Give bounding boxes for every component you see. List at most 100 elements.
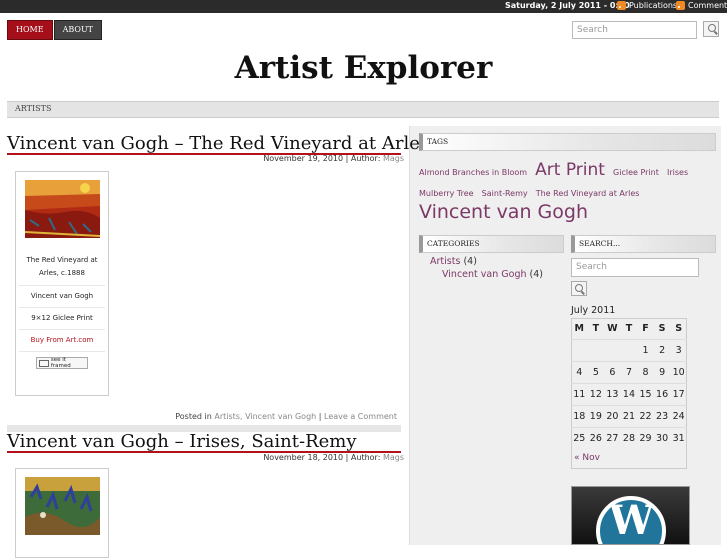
site-title[interactable]: Artist Explorer bbox=[0, 50, 727, 86]
calendar-day: 25 bbox=[571, 427, 588, 449]
calendar-day bbox=[571, 339, 588, 362]
tag-link[interactable]: Almond Branches in Bloom bbox=[419, 168, 527, 177]
tag-link[interactable]: Saint-Remy bbox=[482, 189, 528, 198]
calendar-day: 24 bbox=[670, 405, 687, 428]
tag-link[interactable]: Giclee Print bbox=[613, 168, 659, 177]
header-search-input[interactable]: Search bbox=[572, 21, 697, 39]
comments-label: Comments bbox=[688, 1, 727, 10]
wordpress-badge[interactable]: W bbox=[571, 486, 690, 545]
post-meta: November 19, 2010 | Author: Mags bbox=[263, 154, 404, 163]
post-date: November 19, 2010 bbox=[263, 154, 344, 163]
calendar-day: 29 bbox=[637, 427, 654, 449]
sidebar-search-input[interactable]: Search bbox=[571, 258, 699, 277]
calendar-day: 23 bbox=[653, 405, 671, 428]
card-artist: Vincent van Gogh bbox=[30, 292, 94, 300]
category-count: (4) bbox=[463, 256, 477, 267]
calendar-day: 1 bbox=[637, 339, 654, 362]
publications-feed-link[interactable]: Publications bbox=[617, 1, 677, 10]
author-label: | Author: bbox=[345, 453, 381, 462]
product-card: The Red Vineyard at Arles, c.1888 Vincen… bbox=[15, 171, 109, 396]
calendar-day: 31 bbox=[670, 427, 687, 449]
weekday-label: T bbox=[592, 323, 600, 334]
weekday-label: S bbox=[658, 323, 666, 334]
buy-link[interactable]: Buy From Art.com bbox=[16, 330, 108, 351]
post-meta: November 18, 2010 | Author: Mags bbox=[263, 453, 404, 462]
post-title[interactable]: Vincent van Gogh – Irises, Saint-Remy bbox=[7, 431, 357, 452]
wordpress-logo-letter: W bbox=[609, 497, 654, 544]
calendar: M T W T F S S 1 2 3 4 5 6 7 8 9 10 11 12 13 14 15 16 17 18 19 20 21… bbox=[571, 318, 687, 449]
post-footer: Posted in Artists, Vincent van Gogh | Le… bbox=[175, 412, 397, 421]
leave-comment-link[interactable]: Leave a Comment bbox=[324, 412, 397, 421]
nav-about[interactable]: ABOUT bbox=[53, 20, 103, 40]
weekday-label: T bbox=[625, 323, 633, 334]
card-title-line1: The Red Vineyard at bbox=[26, 256, 98, 264]
calendar-day: 6 bbox=[604, 361, 621, 384]
search-icon bbox=[575, 284, 583, 292]
categories-list: Artists (4) Vincent van Gogh (4) bbox=[430, 256, 543, 280]
tag-link[interactable]: Irises bbox=[667, 168, 688, 177]
calendar-day: 20 bbox=[604, 405, 621, 428]
calendar-day: 8 bbox=[637, 361, 654, 384]
see-it-framed-label: see it framed bbox=[50, 357, 71, 369]
current-date: Saturday, 2 July 2011 - 0:10 bbox=[505, 1, 630, 10]
category-bar: ARTISTS bbox=[7, 101, 719, 118]
search-icon bbox=[708, 24, 716, 32]
tag-link[interactable]: Vincent van Gogh bbox=[419, 201, 588, 223]
card-title-line2: Arles, c.1888 bbox=[39, 269, 85, 277]
publications-label: Publications bbox=[629, 1, 678, 10]
post-author[interactable]: Mags bbox=[383, 154, 404, 163]
category-item-van-gogh[interactable]: Vincent van Gogh bbox=[442, 269, 527, 280]
category-count: (4) bbox=[529, 269, 543, 280]
calendar-day: 27 bbox=[604, 427, 621, 449]
weekday-label: S bbox=[675, 323, 683, 334]
red-vineyard-thumbnail[interactable] bbox=[24, 180, 100, 238]
nav-home[interactable]: HOME bbox=[7, 20, 53, 40]
divider bbox=[19, 351, 105, 352]
posted-in-label: Posted in bbox=[175, 412, 212, 421]
calendar-day: 14 bbox=[620, 383, 638, 406]
calendar-day: 7 bbox=[620, 361, 638, 384]
calendar-prev-link[interactable]: « Nov bbox=[574, 453, 600, 463]
calendar-day: 26 bbox=[587, 427, 605, 449]
tag-link[interactable]: Art Print bbox=[535, 160, 605, 180]
category-item-artists[interactable]: Artists bbox=[430, 256, 460, 267]
category-artists[interactable]: ARTISTS bbox=[15, 104, 51, 113]
rss-icon bbox=[676, 1, 685, 10]
see-it-framed-button[interactable]: see it framed bbox=[36, 357, 88, 369]
calendar-day: 12 bbox=[587, 383, 605, 406]
tag-cloud: Almond Branches in Bloom Art Print Gicle… bbox=[419, 160, 714, 225]
categories-widget-title: CATEGORIES bbox=[419, 235, 564, 253]
calendar-day: 22 bbox=[637, 405, 654, 428]
weekday-label: F bbox=[642, 323, 649, 334]
calendar-day bbox=[604, 339, 621, 362]
calendar-day bbox=[620, 339, 638, 362]
main-nav: HOME ABOUT bbox=[7, 20, 103, 40]
top-bar: Saturday, 2 July 2011 - 0:10 Publication… bbox=[0, 0, 727, 13]
calendar-week-row: 18 19 20 21 22 23 24 bbox=[571, 405, 687, 428]
sidebar-search-button[interactable] bbox=[571, 281, 587, 296]
calendar-day: 11 bbox=[571, 383, 588, 406]
irises-thumbnail[interactable] bbox=[24, 477, 100, 535]
calendar-day bbox=[587, 339, 605, 362]
calendar-day: 17 bbox=[670, 383, 687, 406]
calendar-day: 21 bbox=[620, 405, 638, 428]
calendar-caption: July 2011 bbox=[571, 305, 616, 316]
card-size: 9×12 Giclee Print bbox=[31, 314, 93, 322]
calendar-day: 4 bbox=[571, 361, 588, 384]
calendar-day: 18 bbox=[571, 405, 588, 428]
post-author[interactable]: Mags bbox=[383, 453, 404, 462]
comments-feed-link[interactable]: Comments bbox=[676, 1, 727, 10]
calendar-day: 19 bbox=[587, 405, 605, 428]
calendar-weekday-row: MTWTFSS bbox=[571, 318, 687, 340]
header-search-button[interactable] bbox=[703, 21, 719, 37]
post-title[interactable]: Vincent van Gogh – The Red Vineyard at A… bbox=[7, 133, 429, 154]
calendar-day: 16 bbox=[653, 383, 671, 406]
tag-link[interactable]: Mulberry Tree bbox=[419, 189, 474, 198]
post-date: November 18, 2010 bbox=[263, 453, 344, 462]
tags-widget-title: TAGS bbox=[419, 133, 716, 151]
calendar-day: 2 bbox=[653, 339, 671, 362]
category-link-van-gogh[interactable]: Vincent van Gogh bbox=[245, 412, 316, 421]
search-widget-title: SEARCH... bbox=[571, 235, 716, 253]
category-link-artists[interactable]: Artists, bbox=[214, 412, 242, 421]
tag-link[interactable]: The Red Vineyard at Arles bbox=[536, 189, 640, 198]
